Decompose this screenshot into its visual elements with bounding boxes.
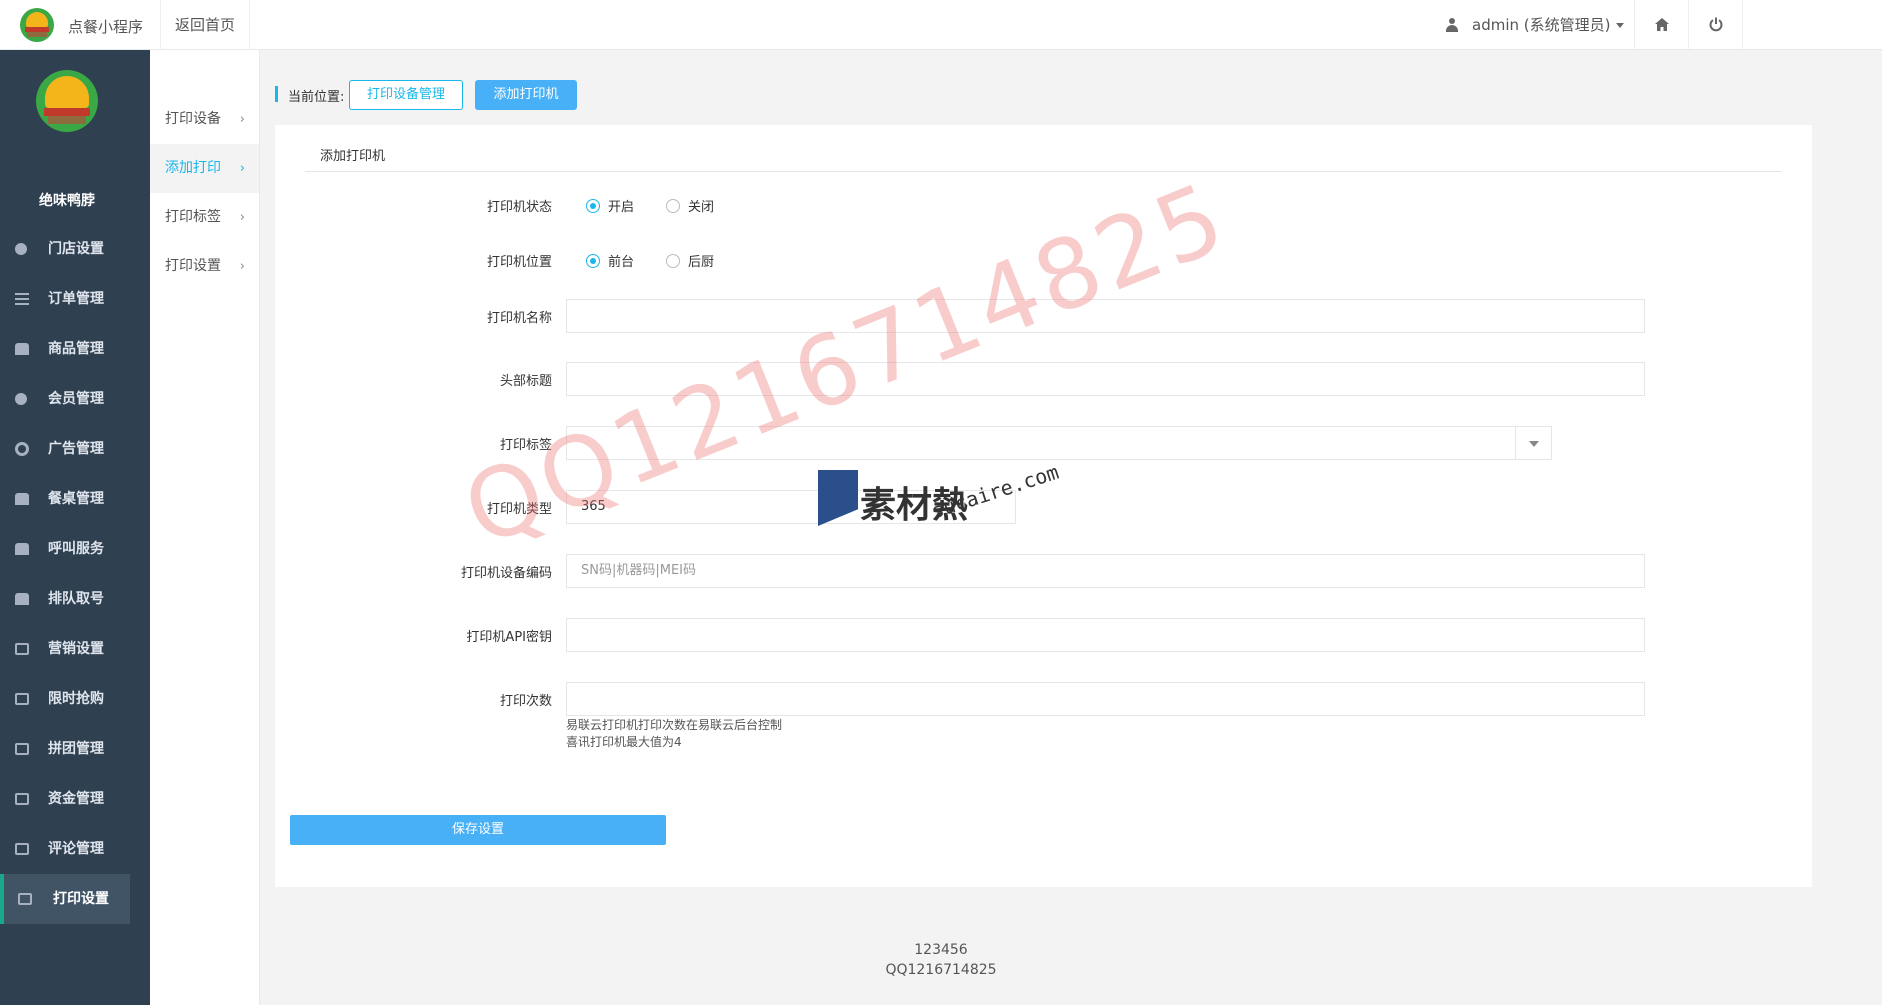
sidebar-item-marketing[interactable]: 营销设置: [0, 624, 150, 674]
subnav-item-print-devices[interactable]: 打印设备 ›: [150, 95, 259, 144]
key-icon: [15, 243, 27, 255]
copy-icon: [15, 693, 29, 705]
sidebar-item-queue[interactable]: 排队取号: [0, 574, 150, 624]
back-to-home-link[interactable]: 返回首页: [160, 0, 251, 50]
breadcrumb-marker: [275, 86, 278, 102]
footer-line-2: QQ1216714825: [885, 962, 997, 978]
subnav-item-add-printer[interactable]: 添加打印 ›: [150, 144, 259, 193]
chevron-right-icon: ›: [239, 112, 245, 127]
status-on-radio[interactable]: [586, 199, 600, 213]
device-code-placeholder: SN码|机器码|MEI码: [581, 563, 697, 578]
print-count-label: 打印次数: [499, 694, 552, 709]
sidebar-item-products[interactable]: 商品管理: [0, 324, 150, 374]
save-settings-button[interactable]: 保存设置: [290, 815, 666, 845]
position-front-label: 前台: [608, 255, 635, 270]
cloud-icon: [15, 543, 29, 555]
store-avatar: [36, 70, 98, 132]
sidebar-item-print-settings[interactable]: 打印设置: [0, 874, 130, 924]
sidebar-item-ads[interactable]: 广告管理: [0, 424, 150, 474]
user-icon: [1446, 18, 1458, 32]
user-menu-dropdown[interactable]: admin (系统管理员): [1430, 0, 1635, 50]
app-title: 点餐小程序: [68, 18, 144, 36]
store-name: 绝味鸭脖: [39, 193, 95, 209]
app-logo-icon: [20, 8, 54, 42]
divider: [305, 171, 1782, 172]
print-count-input[interactable]: [566, 682, 1645, 716]
chevron-right-icon: ›: [239, 161, 245, 176]
life-ring-icon: [15, 442, 29, 456]
chevron-down-icon: [1515, 427, 1551, 459]
footer-line-1: 123456: [914, 942, 968, 958]
breadcrumb-label: 当前位置:: [288, 90, 345, 105]
money-icon: [15, 843, 29, 855]
printer-position-label: 打印机位置: [486, 255, 552, 270]
subnav-item-print-settings[interactable]: 打印设置 ›: [150, 242, 259, 291]
subnav-item-print-tags[interactable]: 打印标签 ›: [150, 193, 259, 242]
panel-title: 添加打印机: [320, 149, 386, 164]
printer-management-button[interactable]: 打印设备管理: [349, 80, 463, 110]
chevron-right-icon: ›: [239, 210, 245, 225]
status-off-label: 关闭: [688, 200, 715, 215]
binoculars-icon: [15, 493, 29, 505]
sidebar-item-tables[interactable]: 餐桌管理: [0, 474, 150, 524]
sidebar-nav: 门店设置 订单管理 商品管理 会员管理 广告管理 餐桌管理 呼叫服务 排队取号: [0, 224, 150, 924]
home-icon: [1655, 18, 1669, 31]
device-code-input[interactable]: SN码|机器码|MEI码: [566, 554, 1645, 588]
sidebar-item-reviews[interactable]: 评论管理: [0, 824, 150, 874]
book-icon: [15, 793, 29, 805]
top-header: 点餐小程序 返回首页 admin (系统管理员): [0, 0, 1882, 50]
sidebar-item-members[interactable]: 会员管理: [0, 374, 150, 424]
copy-icon: [18, 893, 32, 905]
sidebar-item-orders[interactable]: 订单管理: [0, 274, 150, 324]
sidebar-item-funds[interactable]: 资金管理: [0, 774, 150, 824]
printer-name-label: 打印机名称: [486, 311, 552, 326]
sidebar-item-flash-sale[interactable]: 限时抢购: [0, 674, 150, 724]
trophy-icon: [15, 343, 29, 355]
home-button[interactable]: [1635, 0, 1689, 50]
api-key-label: 打印机API密钥: [466, 630, 552, 645]
status-off-radio[interactable]: [666, 199, 680, 213]
watermark-logo: [818, 470, 858, 526]
logout-button[interactable]: [1689, 0, 1743, 50]
position-kitchen-label: 后厨: [688, 255, 715, 270]
print-count-help-1: 易联云打印机打印次数在易联云后台控制: [566, 718, 783, 732]
printer-status-label: 打印机状态: [486, 200, 552, 215]
chevron-right-icon: ›: [239, 259, 245, 274]
sidebar-item-group-buy[interactable]: 拼团管理: [0, 724, 150, 774]
print-count-help-2: 喜讯打印机最大值为4: [566, 735, 682, 749]
power-icon: [1709, 17, 1723, 32]
header-title-label: 头部标题: [499, 374, 552, 389]
position-front-radio[interactable]: [586, 254, 600, 268]
main-sidebar: 绝味鸭脖 门店设置 订单管理 商品管理 会员管理 广告管理 餐桌管理 呼叫服务: [0, 50, 150, 1005]
cloud-icon: [15, 593, 29, 605]
list-icon: [15, 293, 29, 305]
api-key-input[interactable]: [566, 618, 1645, 652]
position-kitchen-radio[interactable]: [666, 254, 680, 268]
device-code-label: 打印机设备编码: [460, 566, 552, 581]
gift-icon: [15, 643, 29, 655]
status-on-label: 开启: [608, 200, 635, 215]
sub-sidebar: 打印设备 › 添加打印 › 打印标签 › 打印设置 ›: [150, 50, 260, 1005]
user-icon: [15, 393, 27, 405]
add-printer-button[interactable]: 添加打印机: [475, 80, 577, 110]
sidebar-item-store-settings[interactable]: 门店设置: [0, 224, 150, 274]
copy-icon: [15, 743, 29, 755]
sidebar-item-call-service[interactable]: 呼叫服务: [0, 524, 150, 574]
caret-down-icon: [1616, 23, 1625, 28]
user-name-label: admin (系统管理员): [1472, 16, 1611, 34]
